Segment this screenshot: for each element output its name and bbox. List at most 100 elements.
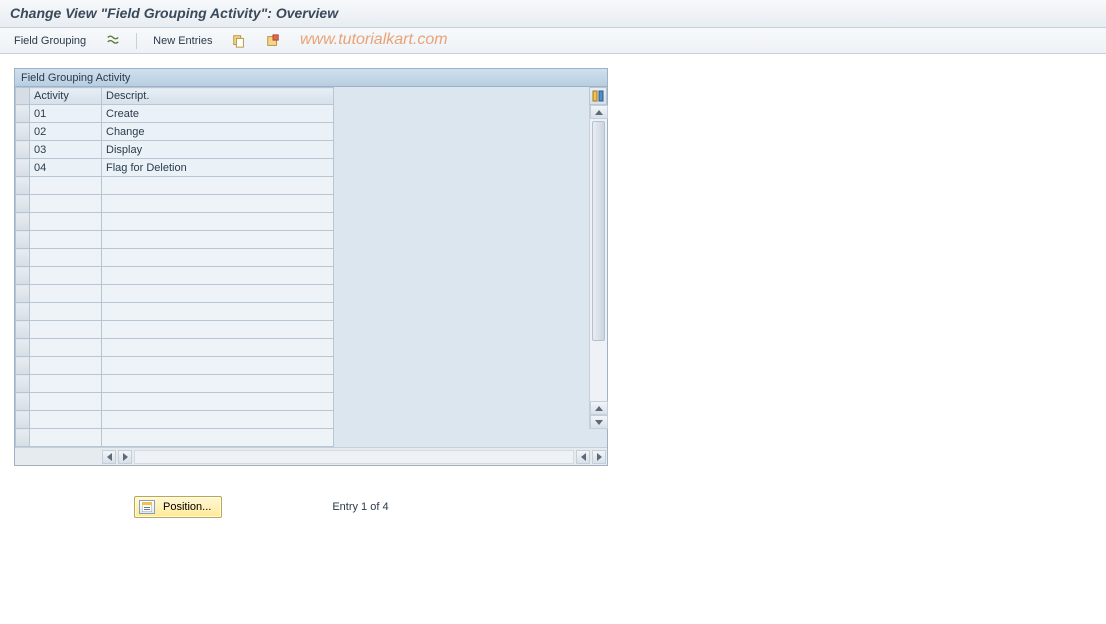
cell-activity[interactable] bbox=[30, 177, 102, 195]
row-selector[interactable] bbox=[16, 303, 30, 321]
table-row[interactable] bbox=[16, 339, 334, 357]
table-row[interactable]: 01Create bbox=[16, 105, 334, 123]
table-row[interactable]: 02Change bbox=[16, 123, 334, 141]
cell-description[interactable] bbox=[102, 339, 334, 357]
cell-description[interactable]: Display bbox=[102, 141, 334, 159]
cell-description[interactable] bbox=[102, 267, 334, 285]
row-selector[interactable] bbox=[16, 177, 30, 195]
cell-description[interactable]: Change bbox=[102, 123, 334, 141]
row-selector[interactable] bbox=[16, 411, 30, 429]
cell-activity[interactable] bbox=[30, 249, 102, 267]
delimit-button[interactable] bbox=[260, 32, 286, 50]
cell-activity[interactable] bbox=[30, 339, 102, 357]
position-icon bbox=[139, 500, 155, 514]
table-row[interactable] bbox=[16, 321, 334, 339]
row-selector[interactable] bbox=[16, 267, 30, 285]
row-selector[interactable] bbox=[16, 123, 30, 141]
row-selector[interactable] bbox=[16, 357, 30, 375]
cell-description[interactable] bbox=[102, 231, 334, 249]
table-row[interactable] bbox=[16, 177, 334, 195]
row-selector-header[interactable] bbox=[16, 88, 30, 105]
cell-description[interactable] bbox=[102, 321, 334, 339]
cell-description[interactable] bbox=[102, 303, 334, 321]
scroll-track[interactable] bbox=[590, 119, 607, 429]
cell-description[interactable] bbox=[102, 213, 334, 231]
scroll-down-button[interactable] bbox=[590, 415, 608, 429]
copy-button[interactable] bbox=[226, 32, 252, 50]
table-row[interactable] bbox=[16, 303, 334, 321]
scroll-right-button-2[interactable] bbox=[592, 450, 606, 464]
row-selector[interactable] bbox=[16, 393, 30, 411]
h-scroll-track[interactable] bbox=[134, 450, 574, 464]
configure-columns-button[interactable] bbox=[589, 87, 607, 105]
row-selector[interactable] bbox=[16, 321, 30, 339]
cell-activity[interactable]: 02 bbox=[30, 123, 102, 141]
table-row[interactable] bbox=[16, 249, 334, 267]
cell-activity[interactable] bbox=[30, 321, 102, 339]
table-row[interactable] bbox=[16, 411, 334, 429]
new-entries-button[interactable]: New Entries bbox=[147, 33, 218, 49]
cell-activity[interactable] bbox=[30, 429, 102, 447]
table-row[interactable] bbox=[16, 285, 334, 303]
cell-description[interactable] bbox=[102, 411, 334, 429]
table-row[interactable]: 03Display bbox=[16, 141, 334, 159]
cell-description[interactable] bbox=[102, 249, 334, 267]
row-selector[interactable] bbox=[16, 429, 30, 447]
row-selector[interactable] bbox=[16, 375, 30, 393]
scroll-thumb[interactable] bbox=[592, 121, 605, 341]
cell-description[interactable] bbox=[102, 357, 334, 375]
cell-activity[interactable] bbox=[30, 303, 102, 321]
column-header-description[interactable]: Descript. bbox=[102, 88, 334, 105]
cell-activity[interactable]: 01 bbox=[30, 105, 102, 123]
column-header-activity[interactable]: Activity bbox=[30, 88, 102, 105]
scroll-left-button-2[interactable] bbox=[576, 450, 590, 464]
table-row[interactable]: 04Flag for Deletion bbox=[16, 159, 334, 177]
row-selector[interactable] bbox=[16, 231, 30, 249]
cell-description[interactable]: Flag for Deletion bbox=[102, 159, 334, 177]
cell-activity[interactable] bbox=[30, 231, 102, 249]
cell-description[interactable] bbox=[102, 375, 334, 393]
scroll-left-button[interactable] bbox=[102, 450, 116, 464]
cell-description[interactable] bbox=[102, 429, 334, 447]
cell-activity[interactable]: 03 bbox=[30, 141, 102, 159]
table-row[interactable] bbox=[16, 267, 334, 285]
table-row[interactable] bbox=[16, 393, 334, 411]
footer-bar: Position... Entry 1 of 4 bbox=[14, 496, 1092, 518]
row-selector[interactable] bbox=[16, 213, 30, 231]
cell-activity[interactable] bbox=[30, 375, 102, 393]
vertical-scrollbar[interactable] bbox=[589, 105, 607, 429]
cell-activity[interactable] bbox=[30, 393, 102, 411]
app-toolbar: Field Grouping New Entries www.tutorialk… bbox=[0, 28, 1106, 54]
scroll-up-button[interactable] bbox=[590, 105, 608, 119]
table-row[interactable] bbox=[16, 429, 334, 447]
scroll-up-button-2[interactable] bbox=[590, 401, 608, 415]
field-grouping-button[interactable]: Field Grouping bbox=[8, 33, 92, 49]
cell-activity[interactable]: 04 bbox=[30, 159, 102, 177]
row-selector[interactable] bbox=[16, 339, 30, 357]
cell-activity[interactable] bbox=[30, 411, 102, 429]
cell-activity[interactable] bbox=[30, 267, 102, 285]
scroll-right-button[interactable] bbox=[118, 450, 132, 464]
cell-activity[interactable] bbox=[30, 357, 102, 375]
table-row[interactable] bbox=[16, 195, 334, 213]
cell-activity[interactable] bbox=[30, 195, 102, 213]
row-selector[interactable] bbox=[16, 141, 30, 159]
cell-description[interactable]: Create bbox=[102, 105, 334, 123]
table-row[interactable] bbox=[16, 375, 334, 393]
table-row[interactable] bbox=[16, 231, 334, 249]
position-button[interactable]: Position... bbox=[134, 496, 222, 518]
row-selector[interactable] bbox=[16, 195, 30, 213]
cell-activity[interactable] bbox=[30, 285, 102, 303]
cell-activity[interactable] bbox=[30, 213, 102, 231]
details-button[interactable] bbox=[100, 32, 126, 50]
cell-description[interactable] bbox=[102, 393, 334, 411]
row-selector[interactable] bbox=[16, 249, 30, 267]
row-selector[interactable] bbox=[16, 159, 30, 177]
row-selector[interactable] bbox=[16, 285, 30, 303]
cell-description[interactable] bbox=[102, 195, 334, 213]
row-selector[interactable] bbox=[16, 105, 30, 123]
table-row[interactable] bbox=[16, 213, 334, 231]
cell-description[interactable] bbox=[102, 177, 334, 195]
cell-description[interactable] bbox=[102, 285, 334, 303]
table-row[interactable] bbox=[16, 357, 334, 375]
